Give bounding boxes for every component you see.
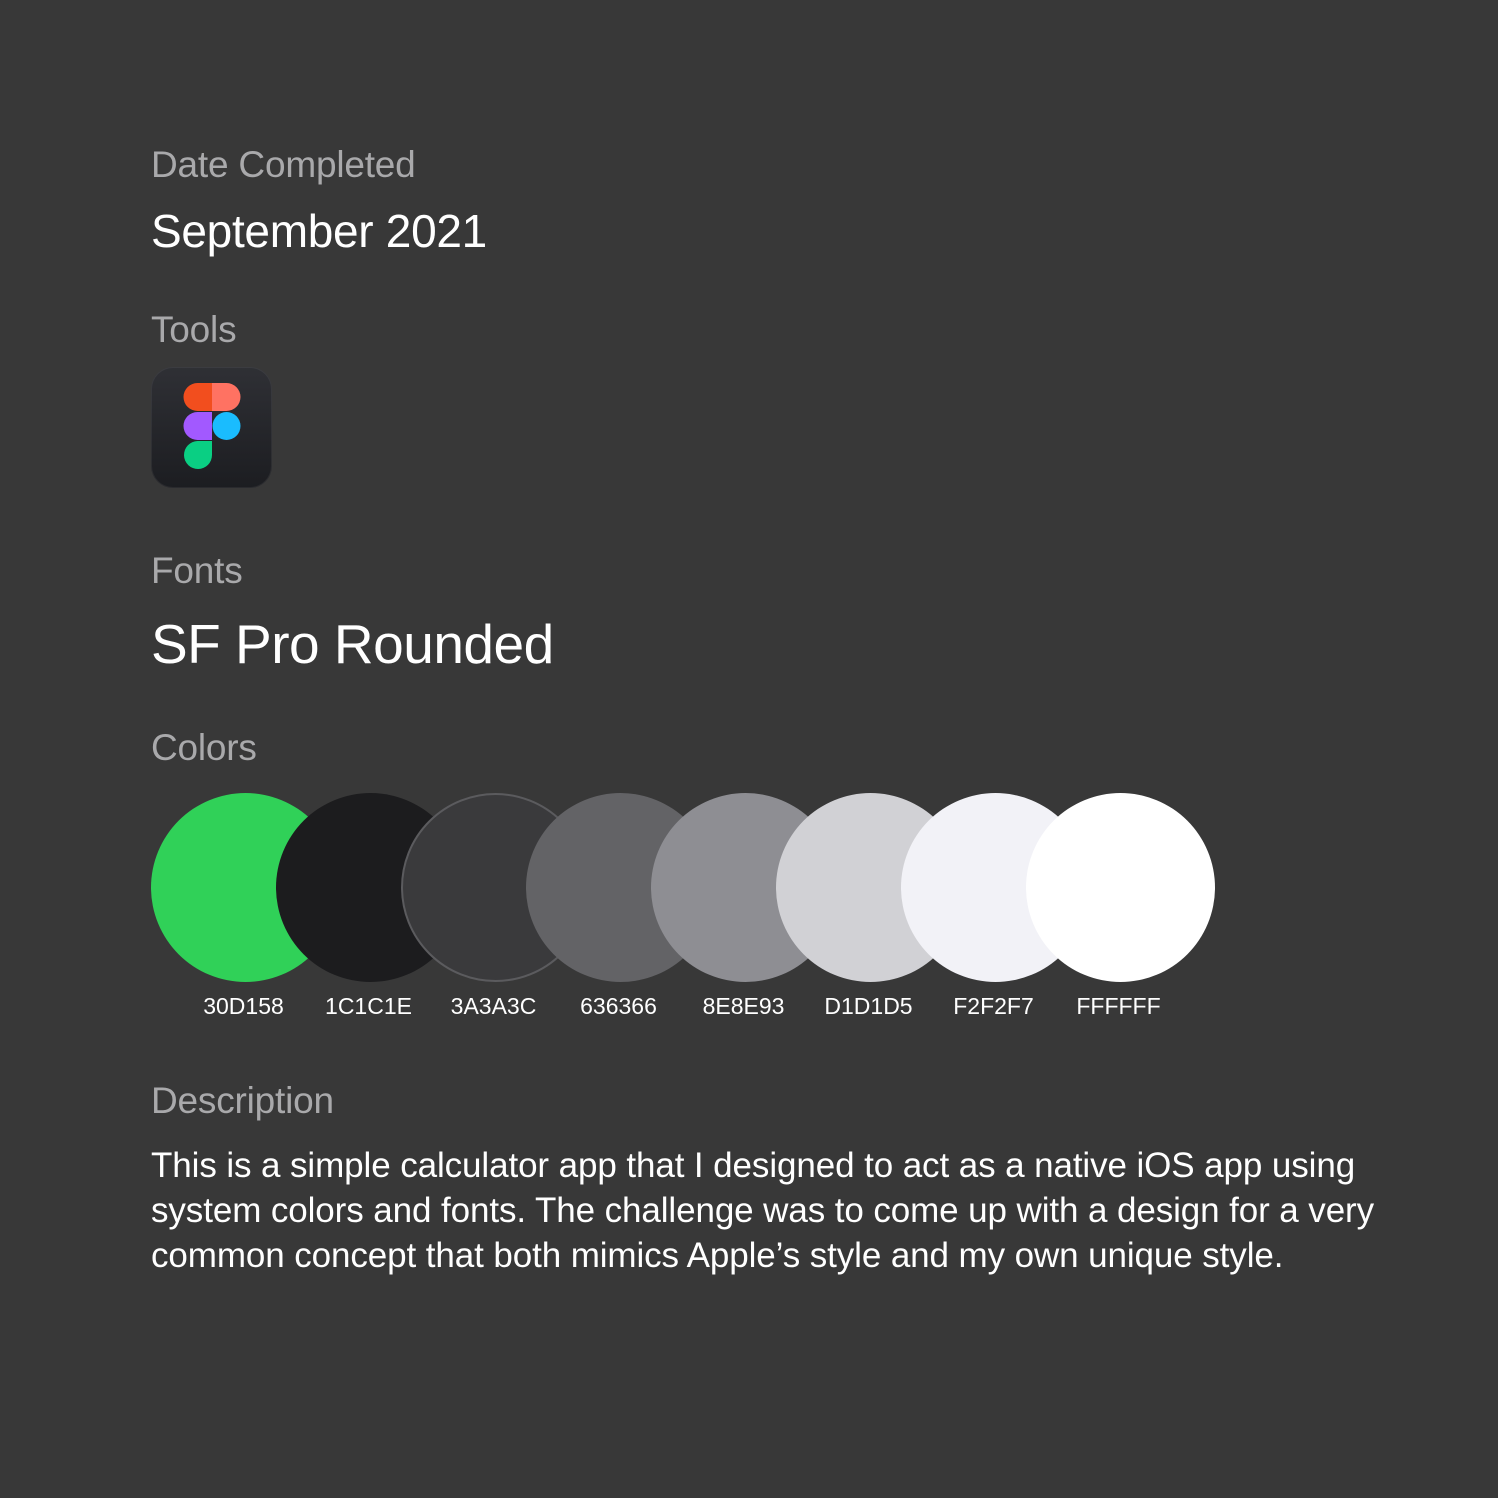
font-name-value: SF Pro Rounded	[151, 613, 554, 675]
color-swatch-ffffff	[1026, 793, 1215, 982]
fonts-label: Fonts	[151, 550, 243, 591]
color-swatch-label: FFFFFF	[1076, 993, 1161, 1019]
color-swatch-label: 8E8E93	[702, 993, 785, 1019]
date-completed-value: September 2021	[151, 205, 487, 257]
color-swatch-label: F2F2F7	[953, 993, 1034, 1019]
color-swatch-label: 30D158	[203, 993, 284, 1019]
color-swatch-label: 3A3A3C	[450, 993, 537, 1019]
color-swatch-label: 636366	[580, 993, 657, 1019]
description-label: Description	[151, 1080, 334, 1121]
color-swatch-label: D1D1D5	[824, 993, 913, 1019]
color-swatch-d1d1d5	[776, 793, 965, 982]
color-swatch-30d158	[151, 793, 340, 982]
color-swatch-3a3a3c	[401, 793, 590, 982]
tools-label: Tools	[151, 309, 237, 350]
figma-logo-graphic	[183, 383, 241, 469]
color-swatch-1c1c1e	[276, 793, 465, 982]
color-swatch-f2f2f7	[901, 793, 1090, 982]
date-completed-label: Date Completed	[151, 144, 416, 185]
color-swatch-8e8e93	[651, 793, 840, 982]
color-swatch-636366	[526, 793, 715, 982]
figma-icon	[151, 367, 272, 488]
description-text: This is a simple calculator app that I d…	[151, 1146, 1375, 1275]
colors-label: Colors	[151, 727, 257, 768]
color-swatch-label: 1C1C1E	[325, 993, 412, 1019]
